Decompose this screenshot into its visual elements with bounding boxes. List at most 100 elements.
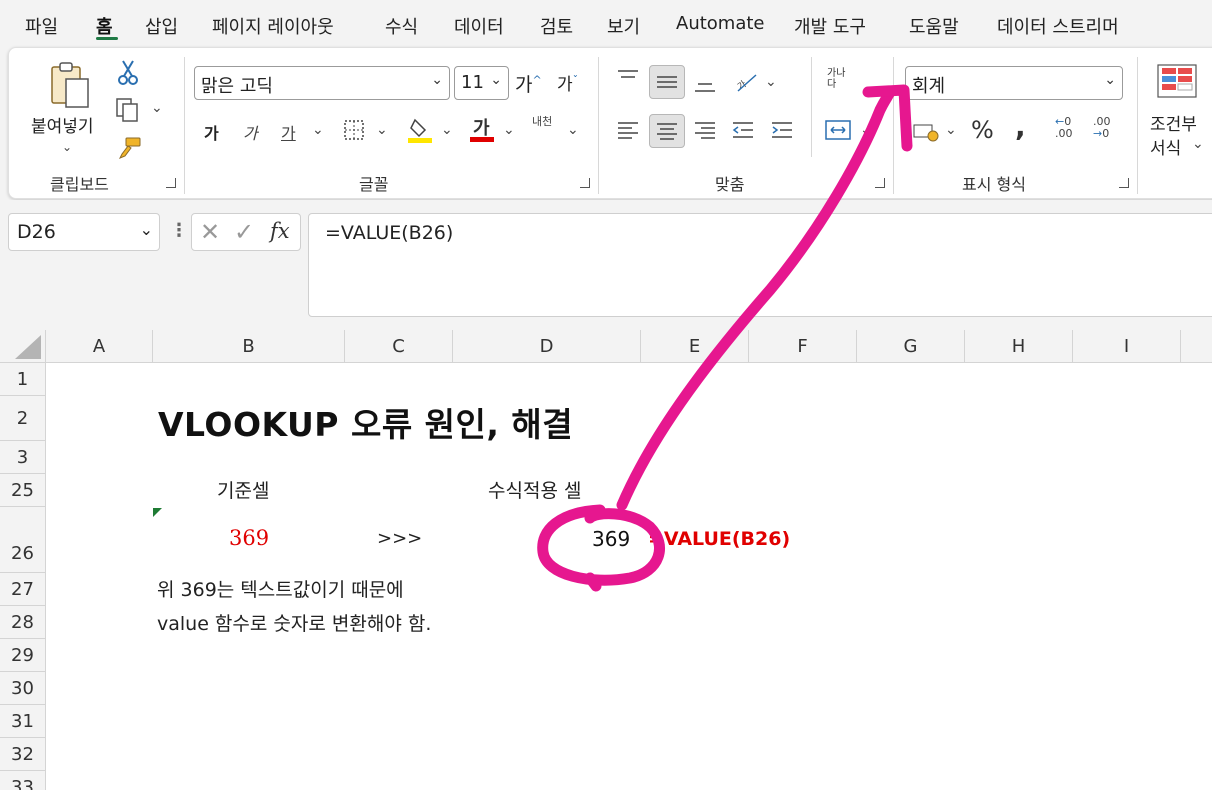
worksheet-grid[interactable]: A B C D E F G H I 1 2 3 25 26 27 28 29 3… <box>0 330 1212 790</box>
cancel-icon[interactable]: ✕ <box>200 218 220 246</box>
font-color-dropdown-icon[interactable]: ⌄ <box>503 122 515 138</box>
conditional-format-dropdown-icon[interactable]: ⌄ <box>1192 136 1204 152</box>
cell-d26[interactable]: 369 <box>592 527 630 551</box>
font-launcher-icon[interactable] <box>580 178 590 188</box>
column-header-f[interactable]: F <box>749 330 857 363</box>
underline-dropdown-icon[interactable]: ⌄ <box>312 122 324 138</box>
column-header-b[interactable]: B <box>153 330 345 363</box>
base-cell-label[interactable]: 기준셀 <box>217 476 269 503</box>
accounting-format-icon[interactable] <box>912 121 940 143</box>
phonetic-icon[interactable]: 내천 <box>532 116 562 128</box>
tab-data-streamer[interactable]: 데이터 스트리머 <box>997 13 1119 39</box>
insert-function-icon[interactable]: fx <box>270 219 290 243</box>
cell-c26[interactable]: >>> <box>377 528 422 549</box>
row-header-1[interactable]: 1 <box>0 363 46 396</box>
row-header-28[interactable]: 28 <box>0 606 46 639</box>
border-icon[interactable] <box>342 118 366 142</box>
tab-page-layout[interactable]: 페이지 레이아웃 <box>212 13 334 39</box>
tab-review[interactable]: 검토 <box>540 13 573 39</box>
font-color-icon[interactable]: 가 <box>469 114 495 144</box>
row-header-31[interactable]: 31 <box>0 705 46 738</box>
underline-button[interactable]: 가 <box>281 120 296 144</box>
enter-icon[interactable]: ✓ <box>234 218 254 246</box>
border-dropdown-icon[interactable]: ⌄ <box>376 122 388 138</box>
increase-font-icon[interactable]: 가^ <box>515 70 542 97</box>
error-indicator-icon[interactable] <box>153 508 162 517</box>
copy-dropdown-icon[interactable]: ⌄ <box>151 100 163 116</box>
align-bottom-icon[interactable] <box>692 72 718 96</box>
decrease-font-icon[interactable]: 가ˇ <box>557 70 578 95</box>
tab-developer[interactable]: 개발 도구 <box>794 13 866 39</box>
column-header-c[interactable]: C <box>345 330 453 363</box>
row-header-30[interactable]: 30 <box>0 672 46 705</box>
row-header-32[interactable]: 32 <box>0 738 46 771</box>
tab-data[interactable]: 데이터 <box>454 13 504 39</box>
title-cell[interactable]: VLOOKUP 오류 원인, 해결 <box>158 398 573 446</box>
tab-file[interactable]: 파일 <box>25 13 58 39</box>
paste-dropdown-icon[interactable]: ⌄ <box>62 140 72 154</box>
decrease-indent-icon[interactable] <box>730 118 756 142</box>
merge-center-icon[interactable] <box>824 118 852 142</box>
tab-formulas[interactable]: 수식 <box>385 13 418 39</box>
paste-label[interactable]: 붙여넣기 <box>31 112 94 137</box>
number-launcher-icon[interactable] <box>1119 178 1129 188</box>
alignment-launcher-icon[interactable] <box>875 178 885 188</box>
tab-help[interactable]: 도움말 <box>909 13 959 39</box>
row-header-26[interactable]: 26 <box>0 507 46 573</box>
row-header-2[interactable]: 2 <box>0 396 46 441</box>
align-top-icon[interactable] <box>615 66 641 88</box>
row-header-33[interactable]: 33 <box>0 771 46 790</box>
paste-icon[interactable] <box>47 60 93 110</box>
conditional-format-icon[interactable] <box>1155 62 1199 100</box>
italic-button[interactable]: 가 <box>243 120 258 144</box>
cut-icon[interactable] <box>116 58 140 86</box>
chevron-down-icon[interactable]: ⌄ <box>140 220 153 239</box>
tab-automate[interactable]: Automate <box>676 13 765 34</box>
formula-input[interactable]: =VALUE(B26) <box>308 213 1212 317</box>
note-line-2[interactable]: value 함수로 숫자로 변환해야 함. <box>157 609 431 636</box>
tab-insert[interactable]: 삽입 <box>145 13 178 39</box>
comma-style-button[interactable]: , <box>1015 110 1026 143</box>
tab-home[interactable]: 홈 <box>96 13 113 39</box>
column-header-a[interactable]: A <box>46 330 153 363</box>
row-header-25[interactable]: 25 <box>0 474 46 507</box>
formula-cell-label[interactable]: 수식적용 셀 <box>488 476 581 503</box>
orientation-icon[interactable]: 가 <box>733 68 761 96</box>
column-header-e[interactable]: E <box>641 330 749 363</box>
more-options-icon[interactable]: ⋮ <box>170 220 188 241</box>
cell-b26[interactable]: 369 <box>229 526 269 550</box>
phonetic-dropdown-icon[interactable]: ⌄ <box>567 122 579 138</box>
wrap-text-icon[interactable]: 가나다 <box>827 68 853 90</box>
note-line-1[interactable]: 위 369는 텍스트값이기 때문에 <box>157 575 404 602</box>
decrease-decimal-button[interactable]: .00 →0 <box>1093 116 1111 140</box>
format-painter-icon[interactable] <box>115 135 143 161</box>
conditional-format-label[interactable]: 조건부 <box>1150 110 1197 135</box>
column-header-d[interactable]: D <box>453 330 641 363</box>
font-size-select[interactable]: 11 ⌄ <box>454 66 509 100</box>
column-header-g[interactable]: G <box>857 330 965 363</box>
row-header-3[interactable]: 3 <box>0 441 46 474</box>
font-name-select[interactable]: 맑은 고딕 ⌄ <box>194 66 450 100</box>
percent-style-button[interactable]: % <box>971 116 994 144</box>
row-header-27[interactable]: 27 <box>0 573 46 606</box>
merge-dropdown-icon[interactable]: ⌄ <box>860 122 872 138</box>
increase-decimal-button[interactable]: ←0.00 <box>1055 116 1073 140</box>
name-box[interactable]: D26 ⌄ <box>8 213 160 251</box>
number-format-select[interactable]: 회계 ⌄ <box>905 66 1123 100</box>
tab-view[interactable]: 보기 <box>607 13 640 39</box>
conditional-format-label-2[interactable]: 서식 <box>1150 134 1181 159</box>
bold-button[interactable]: 가 <box>204 120 219 144</box>
clipboard-launcher-icon[interactable] <box>166 178 176 188</box>
fill-color-dropdown-icon[interactable]: ⌄ <box>441 122 453 138</box>
increase-indent-icon[interactable] <box>769 118 795 142</box>
align-left-icon[interactable] <box>615 118 641 142</box>
cell-e26[interactable]: =VALUE(B26) <box>648 528 790 550</box>
row-header-29[interactable]: 29 <box>0 639 46 672</box>
copy-icon[interactable] <box>114 96 140 124</box>
column-header-i[interactable]: I <box>1073 330 1181 363</box>
align-right-icon[interactable] <box>692 118 718 142</box>
select-all-corner[interactable] <box>0 330 46 363</box>
accounting-dropdown-icon[interactable]: ⌄ <box>945 122 957 138</box>
fill-color-icon[interactable] <box>407 116 433 144</box>
column-header-h[interactable]: H <box>965 330 1073 363</box>
